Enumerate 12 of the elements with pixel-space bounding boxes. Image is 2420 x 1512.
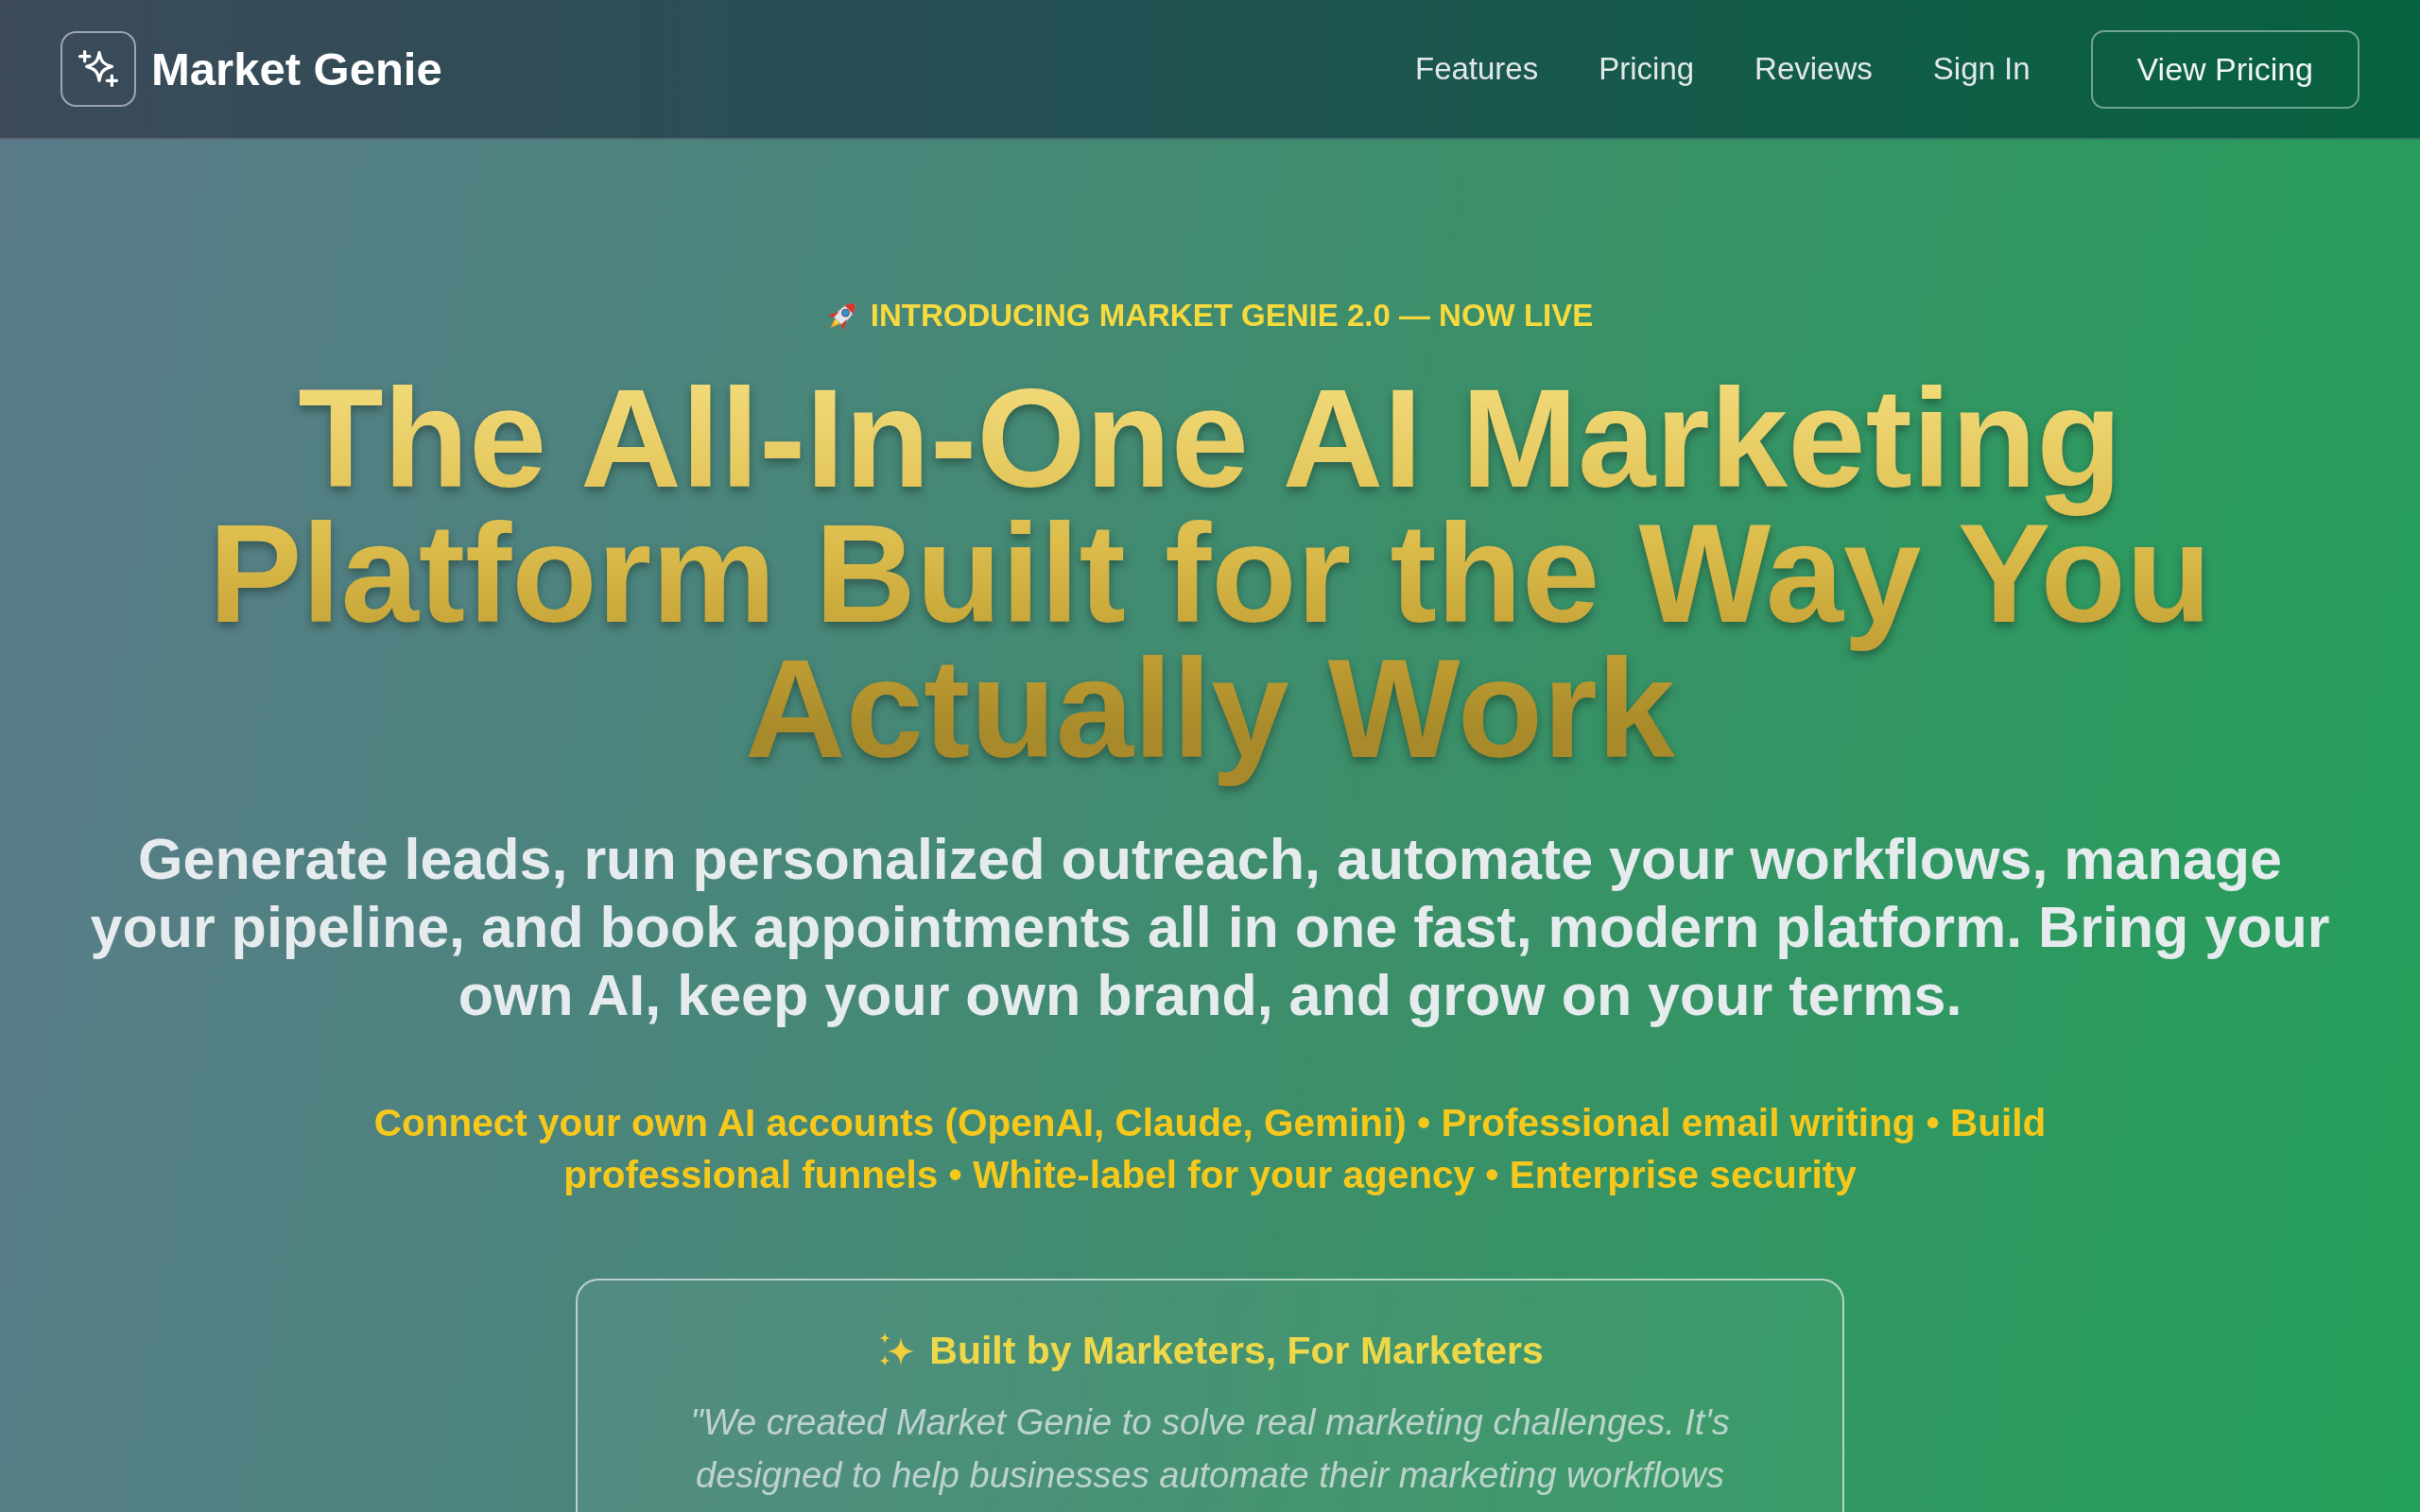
announcement-label: INTRODUCING MARKET GENIE 2.0 — NOW LIVE [870,298,1594,334]
feature-list-text: Connect your own AI accounts (OpenAI, Claude, Gemini) • Professional email writing • Build professional funnels • White-label for your agency • Enterprise security [372,1100,2048,1198]
nav-link[interactable]: Pricing [1599,51,1695,87]
quote-text: "We created Market Genie to solve real marketing challenges. It's designed to help businesses automate their marketing workflows [689,1401,1731,1497]
nav-link[interactable]: Sign In [1932,51,2031,87]
sparkles-icon [60,31,136,107]
nav-link[interactable]: Reviews [1754,51,1873,87]
view-pricing-button[interactable]: View Pricing [2090,29,2360,109]
nav-link[interactable]: Features [1415,51,1539,87]
card-title: Built by Marketers, For Marketers [929,1328,1544,1373]
hero-subtitle: Generate leads, run personalized outreach, automate your workflows, manage your pipeline, and book appointments all in one fast, modern platform. Bring your own AI, keep your own brand, and grow on your terms. [89,826,2331,1029]
brand-name[interactable]: Market Genie [151,43,442,95]
